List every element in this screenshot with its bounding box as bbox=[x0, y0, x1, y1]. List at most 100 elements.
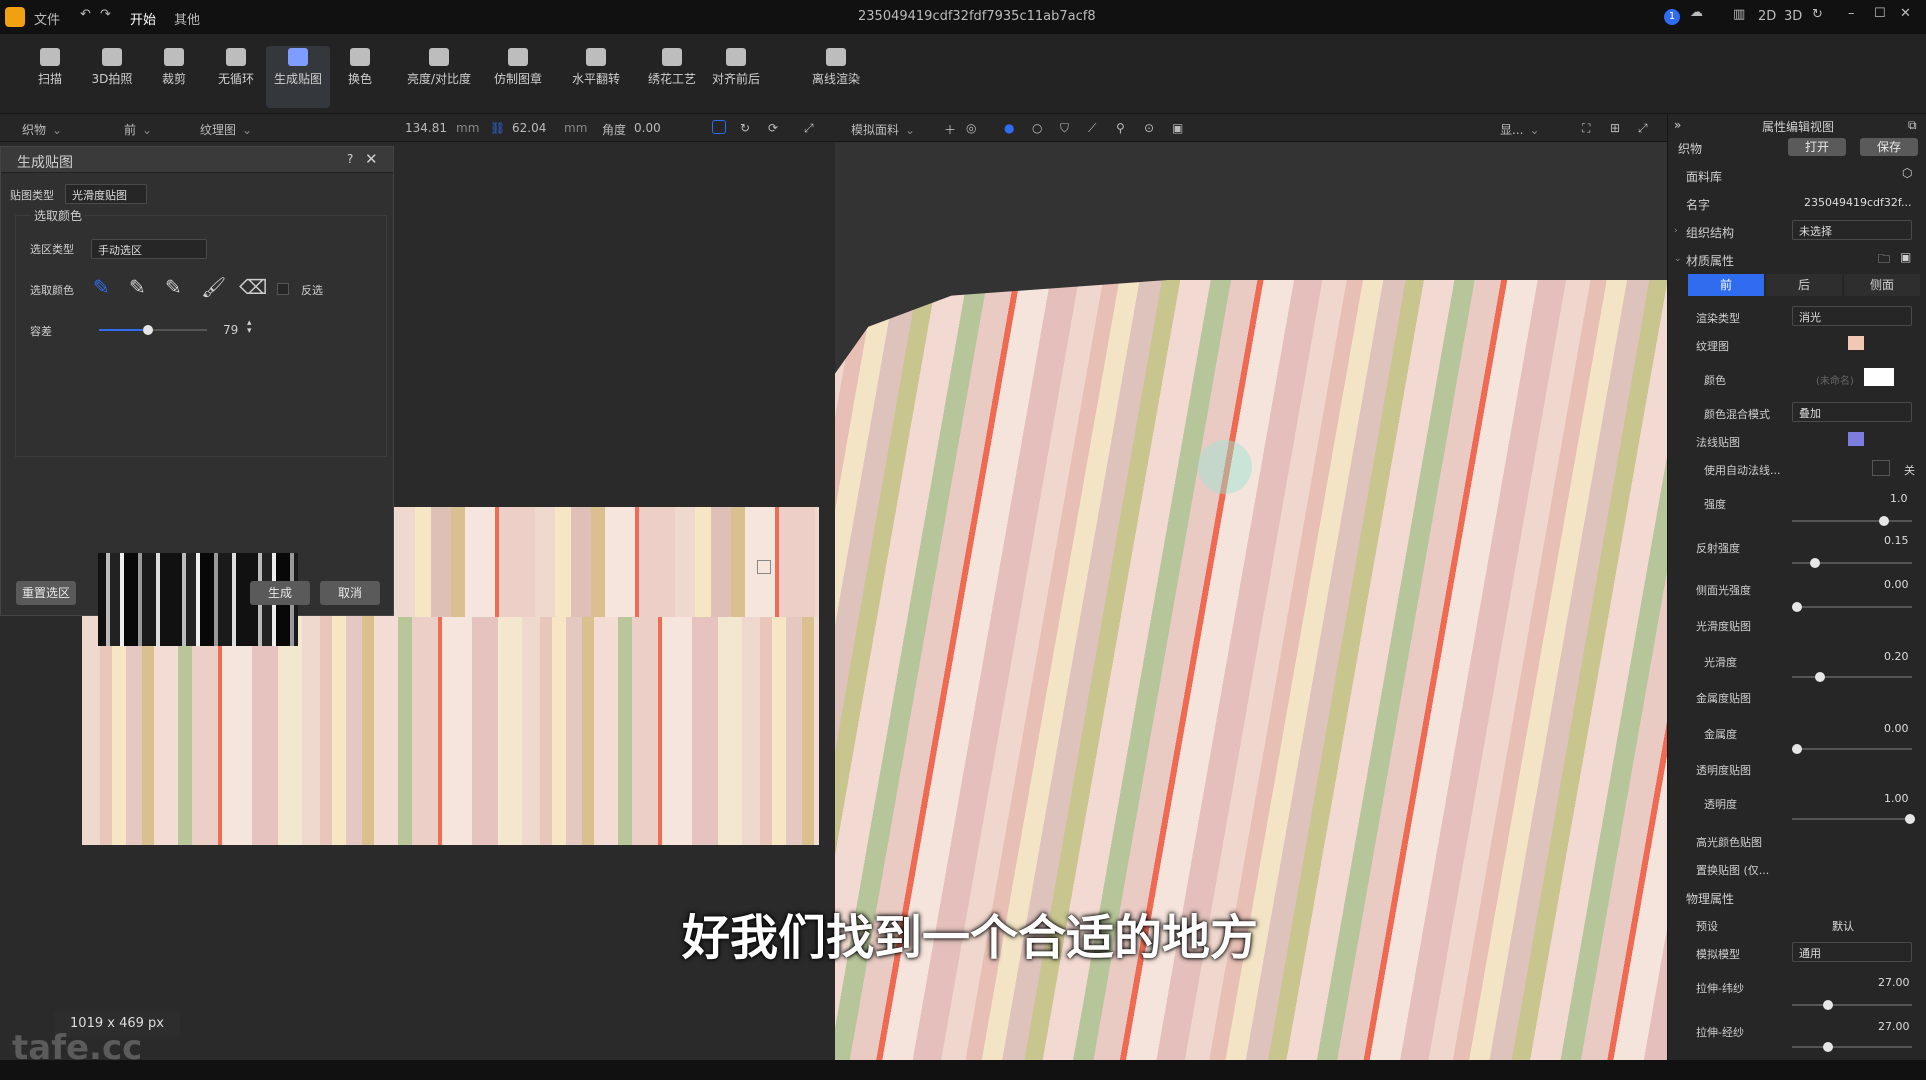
expand-icon[interactable]: ⤢ bbox=[804, 121, 814, 136]
weft-value[interactable]: 27.00 bbox=[1878, 1020, 1910, 1033]
select-type-select[interactable]: 手动选区 bbox=[91, 239, 207, 259]
tool-render[interactable]: 离线渲染 bbox=[804, 46, 868, 108]
sim-fabric-select[interactable]: 模拟面料 bbox=[851, 121, 915, 138]
tab-front[interactable]: 前 bbox=[1688, 274, 1764, 296]
tool-generate-map[interactable]: 生成贴图 bbox=[266, 46, 330, 108]
tool-3d-photo[interactable]: 3D拍照 bbox=[80, 46, 144, 108]
screenshot-icon[interactable]: ⊙ bbox=[1144, 121, 1154, 135]
side-light-knob[interactable] bbox=[1791, 602, 1802, 612]
auto-normal-toggle[interactable] bbox=[1872, 460, 1890, 476]
metal-knob[interactable] bbox=[1791, 744, 1802, 754]
dialog-close-icon[interactable]: ✕ bbox=[365, 150, 378, 168]
smooth-value[interactable]: 0.20 bbox=[1884, 650, 1909, 663]
blend-select[interactable]: 叠加 bbox=[1792, 402, 1912, 422]
add-icon[interactable]: ＋ bbox=[944, 121, 956, 138]
strength-value[interactable]: 1.0 bbox=[1890, 492, 1908, 505]
detach-icon[interactable]: ⧉ bbox=[1908, 118, 1917, 133]
tool-crop[interactable]: 裁剪 bbox=[142, 46, 206, 108]
help-icon[interactable]: ? bbox=[347, 152, 353, 166]
reflect-knob[interactable] bbox=[1809, 558, 1820, 568]
zoom-icon[interactable]: ⊞ bbox=[1610, 121, 1620, 135]
tolerance-knob[interactable] bbox=[142, 325, 153, 335]
eraser-icon[interactable]: ⌫ bbox=[239, 275, 267, 299]
weft-slider[interactable] bbox=[1792, 1042, 1912, 1052]
normal-thumbnail[interactable] bbox=[1848, 432, 1864, 446]
shirt-icon[interactable]: ⛉ bbox=[1060, 121, 1069, 136]
side-select[interactable]: 前 bbox=[124, 121, 152, 138]
reset-selection-button[interactable]: 重置选区 bbox=[16, 581, 76, 605]
structure-select[interactable]: 未选择 bbox=[1792, 220, 1912, 240]
notification-badge[interactable]: 1 bbox=[1664, 9, 1680, 25]
brush-icon[interactable]: 🖌 bbox=[201, 275, 226, 299]
mode-2d-button[interactable]: 2D bbox=[1758, 9, 1776, 24]
eyedropper-add-icon[interactable]: ✎ bbox=[129, 275, 146, 299]
mode-3d-button[interactable]: 3D bbox=[1784, 9, 1802, 24]
transp-slider[interactable] bbox=[1792, 814, 1915, 824]
folder-icon[interactable]: 🗀 bbox=[1878, 250, 1890, 271]
warp-knob[interactable] bbox=[1823, 1000, 1833, 1010]
fabric-select[interactable]: 织物 bbox=[22, 121, 62, 138]
tool-clone-stamp[interactable]: 仿制图章 bbox=[486, 46, 550, 108]
texture-thumbnail[interactable] bbox=[1848, 336, 1864, 350]
save-icon[interactable]: ▣ bbox=[1900, 250, 1911, 264]
menu-file[interactable]: 文件 bbox=[34, 9, 60, 28]
eyedropper-icon[interactable]: ✎ bbox=[93, 275, 110, 299]
height-value[interactable]: 62.04 bbox=[512, 121, 546, 135]
fullscreen-icon[interactable]: ⤢ bbox=[1638, 121, 1648, 136]
menu-start[interactable]: 开始 bbox=[130, 9, 156, 28]
width-value[interactable]: 134.81 bbox=[405, 121, 447, 135]
tolerance-slider[interactable] bbox=[99, 325, 207, 335]
reflect-slider[interactable] bbox=[1792, 558, 1912, 568]
save-button[interactable]: 保存 bbox=[1860, 138, 1918, 156]
side-light-slider[interactable] bbox=[1791, 602, 1912, 612]
generate-button[interactable]: 生成 bbox=[250, 581, 310, 605]
maximize-icon[interactable]: ☐ bbox=[1874, 6, 1886, 21]
tool-scan[interactable]: 扫描 bbox=[18, 46, 82, 108]
redo-icon[interactable]: ↷ bbox=[100, 7, 111, 22]
map-type-select[interactable]: 光滑度贴图 bbox=[65, 184, 147, 204]
cancel-button[interactable]: 取消 bbox=[320, 581, 380, 605]
tool-recolor[interactable]: 换色 bbox=[328, 46, 392, 108]
collapse-arrow-icon[interactable]: ⌄ bbox=[1674, 254, 1682, 264]
metal-slider[interactable] bbox=[1791, 744, 1912, 754]
warp-slider[interactable] bbox=[1792, 1000, 1912, 1010]
tool-align[interactable]: 对齐前后 bbox=[704, 46, 768, 108]
weft-knob[interactable] bbox=[1823, 1042, 1833, 1052]
strength-knob[interactable] bbox=[1879, 516, 1890, 526]
strength-slider[interactable] bbox=[1792, 516, 1912, 526]
ruler-icon[interactable]: ⟋ bbox=[1088, 121, 1096, 136]
minimize-icon[interactable]: – bbox=[1848, 6, 1855, 21]
undo-icon[interactable]: ↶ bbox=[80, 7, 91, 22]
name-value[interactable]: 235049419cdf32f... bbox=[1804, 196, 1911, 209]
tool-embroidery[interactable]: 绣花工艺 bbox=[640, 46, 704, 108]
light-icon[interactable]: ⚲ bbox=[1116, 121, 1125, 135]
library-icon[interactable]: ⬡ bbox=[1902, 166, 1912, 180]
tool-seamless[interactable]: 无循环 bbox=[204, 46, 268, 108]
tolerance-value[interactable]: 79 bbox=[223, 323, 238, 337]
selection-marker[interactable] bbox=[757, 560, 771, 574]
tool-brightness[interactable]: 亮度/对比度 bbox=[400, 46, 478, 108]
image-icon[interactable]: ▣ bbox=[1172, 121, 1183, 135]
transp-value[interactable]: 1.00 bbox=[1884, 792, 1909, 805]
warp-value[interactable]: 27.00 bbox=[1878, 976, 1910, 989]
view-select[interactable]: 显... bbox=[1500, 121, 1540, 138]
invert-checkbox[interactable] bbox=[277, 283, 289, 295]
render-type-select[interactable]: 消光 bbox=[1792, 306, 1912, 326]
smooth-slider[interactable] bbox=[1792, 672, 1912, 682]
refresh-icon[interactable]: ↻ bbox=[1812, 7, 1823, 22]
link-icon[interactable]: ⛓ bbox=[490, 121, 505, 135]
rotate-icon[interactable]: ↻ bbox=[740, 121, 750, 135]
copy-icon[interactable] bbox=[712, 120, 726, 134]
map-select[interactable]: 纹理图 bbox=[200, 121, 252, 138]
tool-flip[interactable]: 水平翻转 bbox=[564, 46, 628, 108]
eyedropper-remove-icon[interactable]: ✎ bbox=[165, 275, 182, 299]
target-icon[interactable]: ◎ bbox=[966, 121, 976, 135]
model-select[interactable]: 通用 bbox=[1792, 942, 1912, 962]
fit-icon[interactable]: ⛶ bbox=[1582, 121, 1590, 136]
transp-knob[interactable] bbox=[1904, 814, 1915, 824]
cloud-icon[interactable]: ☁ bbox=[1690, 5, 1703, 20]
circle-icon[interactable]: ○ bbox=[1032, 121, 1042, 135]
menu-other[interactable]: 其他 bbox=[174, 9, 200, 28]
angle-value[interactable]: 0.00 bbox=[634, 121, 661, 135]
sphere-icon[interactable]: ● bbox=[1004, 121, 1014, 135]
